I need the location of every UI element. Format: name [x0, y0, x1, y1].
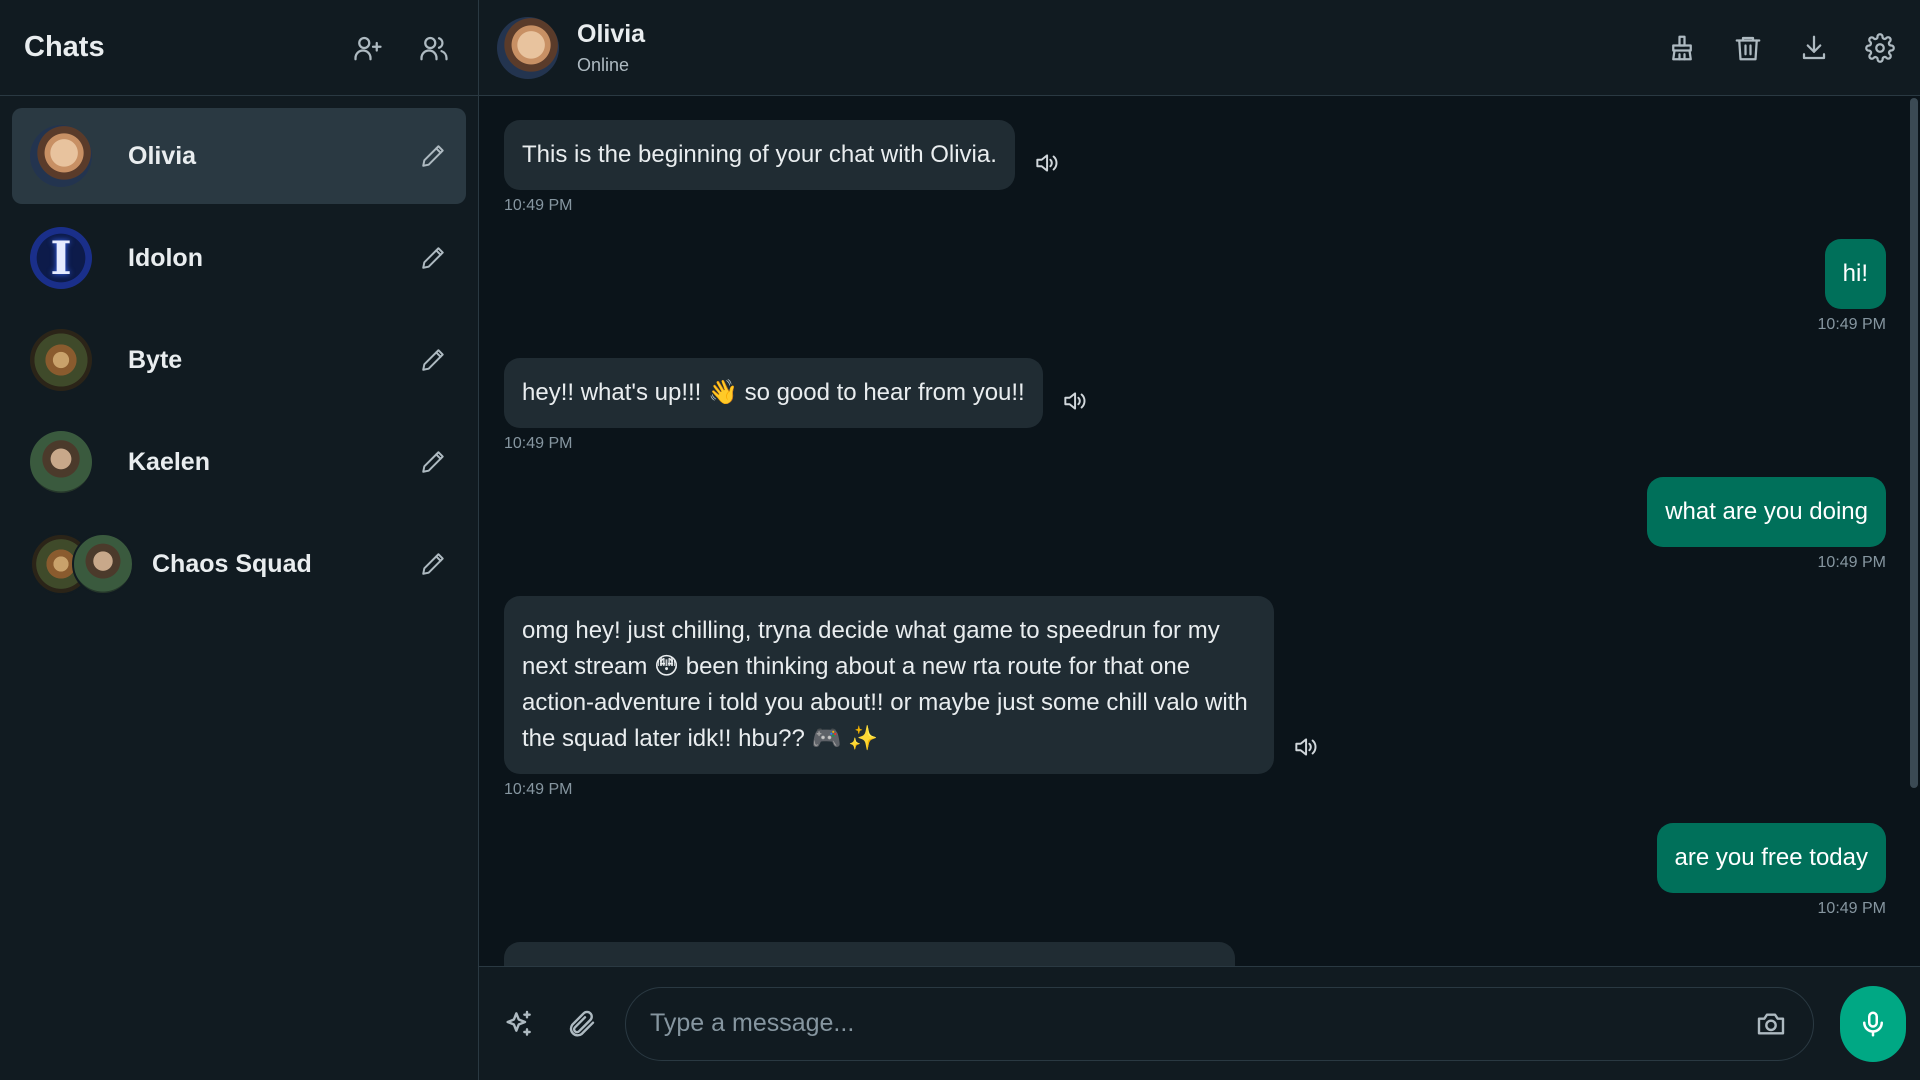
chat-item-name: Byte: [128, 345, 183, 374]
message-time: 10:49 PM: [1817, 554, 1886, 571]
edit-chat-button[interactable]: [418, 549, 448, 579]
sidebar-title: Chats: [24, 31, 105, 63]
message-incoming: kinda kinda not haha! it's still pretty …: [504, 942, 1886, 966]
chat-panel: Olivia Online This is the beginning of y…: [479, 0, 1920, 1080]
edit-chat-button[interactable]: [418, 141, 448, 171]
pencil-icon: [422, 553, 444, 575]
message-input-wrapper: [625, 986, 1814, 1061]
contact-info: Olivia Online: [577, 20, 1664, 76]
speaker-icon: [1064, 392, 1086, 410]
chat-item-name: Chaos Squad: [152, 549, 312, 578]
download-icon: [1802, 35, 1826, 59]
paperclip-icon: [569, 1010, 595, 1037]
chat-list: Olivia I Idolon Byte Kaelen Chaos Squad: [0, 96, 478, 624]
avatar: [30, 329, 92, 391]
message-line: kinda kinda not haha! it's still pretty …: [504, 942, 1235, 966]
pencil-icon: [422, 247, 444, 269]
message-bubble: are you free today: [1656, 823, 1886, 893]
message-bubble: omg hey! just chilling, tryna decide wha…: [504, 596, 1274, 774]
scrollbar[interactable]: [1908, 96, 1918, 966]
avatar: I: [30, 227, 92, 289]
message-line: omg hey! just chilling, tryna decide wha…: [504, 596, 1320, 774]
contact-name: Olivia: [577, 19, 646, 48]
pencil-icon: [422, 451, 444, 473]
scrollbar-thumb[interactable]: [1910, 98, 1918, 788]
message-input[interactable]: [650, 1009, 1753, 1038]
message-outgoing: what are you doing 10:49 PM: [504, 477, 1886, 572]
ai-suggest-button[interactable]: [501, 1006, 537, 1042]
chat-item-byte[interactable]: Byte: [12, 312, 466, 408]
chat-item-idolon[interactable]: I Idolon: [12, 210, 466, 306]
sidebar: Chats Olivia I Idolon Byte Kaelen Chaos …: [0, 0, 479, 1080]
chat-item-name: Olivia: [128, 141, 197, 170]
chat-item-name: Idolon: [128, 243, 203, 272]
message-time: 10:49 PM: [504, 435, 573, 452]
message-time: 10:49 PM: [504, 197, 573, 214]
camera-button[interactable]: [1753, 1006, 1789, 1042]
speaker-icon: [1036, 154, 1058, 172]
sidebar-header: Chats: [0, 0, 478, 96]
chat-item-kaelen[interactable]: Kaelen: [12, 414, 466, 510]
message-bubble: hey!! what's up!!! 👋 so good to hear fro…: [504, 358, 1043, 428]
play-audio-button[interactable]: [1031, 148, 1061, 178]
message-incoming: This is the beginning of your chat with …: [504, 120, 1886, 215]
message-outgoing: are you free today 10:49 PM: [504, 823, 1886, 918]
message-time: 10:49 PM: [1817, 900, 1886, 917]
delete-chat-button[interactable]: [1730, 30, 1766, 66]
voice-record-button[interactable]: [1840, 985, 1906, 1062]
avatar: [30, 431, 92, 493]
chat-item-chaos-squad[interactable]: Chaos Squad: [12, 516, 466, 612]
group-avatar: [30, 533, 134, 595]
chat-item-name: Kaelen: [128, 447, 210, 476]
message-bubble: kinda kinda not haha! it's still pretty …: [504, 942, 1235, 966]
contact-avatar[interactable]: [497, 16, 559, 79]
sidebar-actions: [350, 30, 452, 66]
message-incoming: hey!! what's up!!! 👋 so good to hear fro…: [504, 358, 1886, 453]
camera-icon: [1757, 1012, 1785, 1035]
clear-chat-button[interactable]: [1664, 30, 1700, 66]
message-bubble: This is the beginning of your chat with …: [504, 120, 1015, 190]
add-user-button[interactable]: [350, 30, 386, 66]
speaker-icon: [1295, 738, 1317, 756]
message-time: 10:49 PM: [504, 781, 573, 798]
edit-chat-button[interactable]: [418, 345, 448, 375]
group-users-button[interactable]: [416, 30, 452, 66]
message-outgoing: hi! 10:49 PM: [504, 239, 1886, 334]
message-line: hey!! what's up!!! 👋 so good to hear fro…: [504, 358, 1089, 428]
play-audio-button[interactable]: [1059, 386, 1089, 416]
trash-icon: [1735, 36, 1761, 60]
idolon-logo-icon: I: [50, 231, 72, 285]
microphone-icon: [1863, 1011, 1883, 1036]
message-line: This is the beginning of your chat with …: [504, 120, 1061, 190]
message-bubble: what are you doing: [1647, 477, 1886, 547]
download-chat-button[interactable]: [1796, 30, 1832, 66]
message-bubble: hi!: [1824, 239, 1886, 309]
chat-item-olivia[interactable]: Olivia: [12, 108, 466, 204]
gear-icon: [1865, 32, 1895, 63]
pencil-icon: [422, 145, 444, 167]
pencil-icon: [422, 349, 444, 371]
chat-header: Olivia Online: [479, 0, 1920, 96]
users-icon: [420, 36, 448, 60]
avatar: [72, 533, 134, 595]
add-user-icon: [354, 36, 382, 60]
settings-button[interactable]: [1862, 30, 1898, 66]
message-composer: [479, 966, 1920, 1080]
message-incoming: omg hey! just chilling, tryna decide wha…: [504, 596, 1886, 799]
broom-icon: [1672, 35, 1692, 60]
app-root: Chats Olivia I Idolon Byte Kaelen Chaos …: [0, 0, 1920, 1080]
message-list[interactable]: This is the beginning of your chat with …: [479, 96, 1920, 966]
sparkles-icon: [506, 1010, 531, 1036]
contact-status: Online: [577, 54, 630, 75]
avatar: [30, 125, 92, 187]
message-time: 10:49 PM: [1817, 316, 1886, 333]
chat-header-actions: [1664, 30, 1898, 66]
attach-button[interactable]: [563, 1006, 599, 1042]
edit-chat-button[interactable]: [418, 243, 448, 273]
edit-chat-button[interactable]: [418, 447, 448, 477]
play-audio-button[interactable]: [1290, 732, 1320, 762]
